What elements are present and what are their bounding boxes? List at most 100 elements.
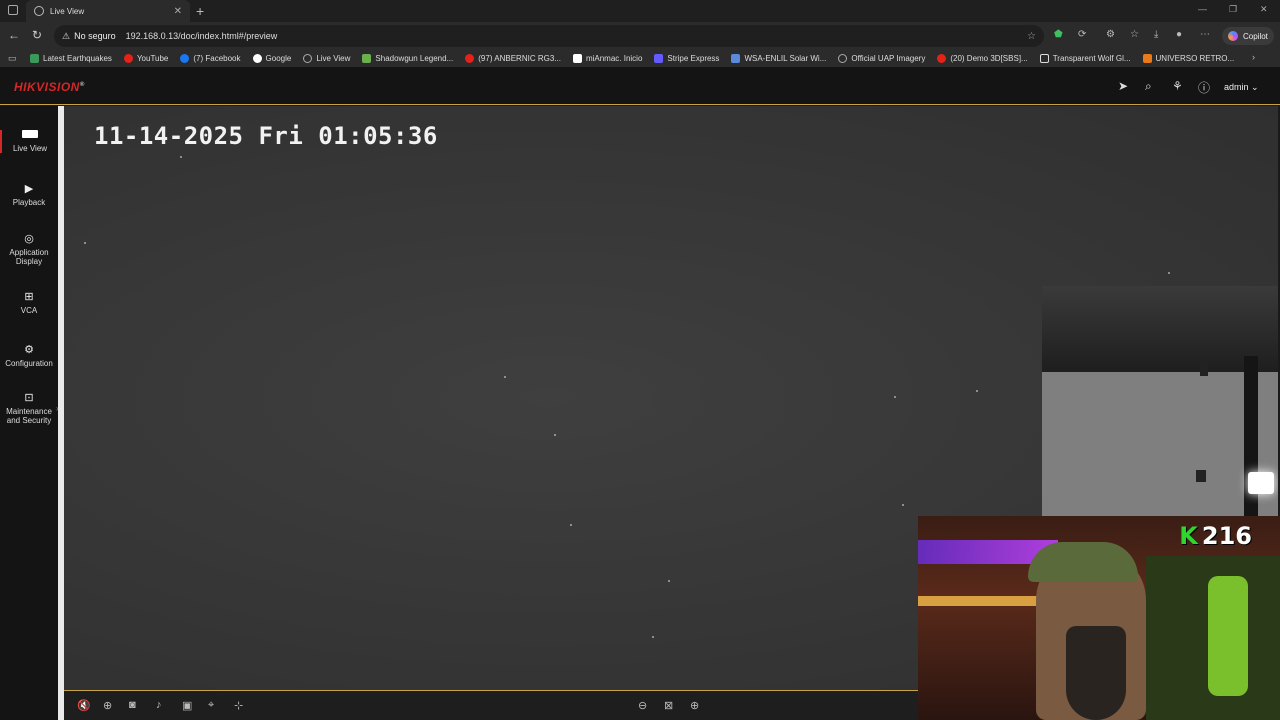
shelf-light xyxy=(918,596,1038,606)
noise-speck xyxy=(554,434,556,436)
bookmark-item[interactable]: Official UAP Imagery xyxy=(838,54,925,63)
microphone-icon[interactable]: ♪ xyxy=(156,699,162,711)
send-icon[interactable]: ➤ xyxy=(1118,79,1128,93)
more-menu-icon[interactable]: ⋯ xyxy=(1200,29,1210,40)
restore-icon[interactable]: ❐ xyxy=(1229,4,1237,15)
search-icon[interactable]: ⌕ xyxy=(1145,79,1152,94)
noise-speck xyxy=(504,376,506,378)
user-menu[interactable]: admin ⌄ xyxy=(1224,82,1259,93)
bookmarks-bar: ▭ Latest Earthquakes YouTube (7) Faceboo… xyxy=(0,50,1280,67)
browser-tab-strip: Live View ✕ + — ❐ ✕ xyxy=(0,0,1280,22)
bookmark-favicon-icon xyxy=(303,54,313,63)
hikvision-logo: HIKVISION® xyxy=(14,80,85,94)
url-text[interactable]: 192.168.0.13/doc/index.html#/preview xyxy=(126,31,278,41)
split-screen-icon[interactable]: ⚙ xyxy=(1106,29,1115,40)
sidebar-item-playback[interactable]: ▶ Playback xyxy=(0,182,58,207)
favorites-icon[interactable]: ☆ xyxy=(1130,29,1139,40)
copilot-button[interactable]: Copilot xyxy=(1222,27,1274,45)
copilot-label: Copilot xyxy=(1243,31,1268,41)
bookmark-item[interactable]: Stripe Express xyxy=(654,54,719,63)
noise-speck xyxy=(84,242,86,244)
image-icon[interactable]: ▣ xyxy=(182,699,192,712)
sidebar-item-application-display[interactable]: ◎ Application Display xyxy=(0,232,58,266)
zoom-icon[interactable]: ⊕ xyxy=(103,699,112,712)
bookmark-favicon-icon xyxy=(30,54,39,63)
previous-icon[interactable]: ⊖ xyxy=(638,699,647,712)
bookmark-item[interactable]: Transparent Wolf Gl... xyxy=(1039,54,1131,63)
webcam-overlay: K 216 xyxy=(918,516,1280,720)
bookmark-item[interactable]: Latest Earthquakes xyxy=(30,54,112,63)
bookmark-item[interactable]: (97) ANBERNIC RG3... xyxy=(465,54,561,63)
target-icon[interactable]: ⊹ xyxy=(234,699,243,712)
sidebar-item-vca[interactable]: ⊞ VCA xyxy=(0,290,58,315)
bookmark-item[interactable]: WSA-ENLIL Solar Wi... xyxy=(731,54,826,63)
extension-icon[interactable]: ⟳ xyxy=(1078,29,1086,40)
shield-icon[interactable]: ⬟ xyxy=(1054,29,1063,40)
bookmark-item[interactable]: Live View xyxy=(303,54,350,63)
warning-icon[interactable]: ⚠ xyxy=(62,31,70,42)
bookmark-item[interactable]: Google xyxy=(252,54,291,63)
bookmark-favicon-icon xyxy=(937,54,947,63)
noise-speck xyxy=(902,504,904,506)
tab-actions-icon[interactable] xyxy=(8,5,18,15)
noise-speck xyxy=(180,156,182,158)
share-icon[interactable]: ⚘ xyxy=(1172,79,1183,93)
reload-icon[interactable]: ↻ xyxy=(32,28,42,42)
noise-speck xyxy=(976,390,978,392)
follower-count-badge: K 216 xyxy=(1179,522,1252,550)
bookmark-favicon-icon xyxy=(731,54,741,63)
bookmark-item[interactable]: Shadowgun Legend... xyxy=(362,54,453,63)
osd-timestamp: 11-14-2025 Fri 01:05:36 xyxy=(94,122,438,150)
bookmarks-toggle-icon[interactable]: ▭ xyxy=(8,53,17,64)
downloads-icon[interactable]: ⤓ xyxy=(1154,29,1158,40)
next-icon[interactable]: ⊕ xyxy=(690,699,699,712)
live-view-icon xyxy=(22,130,38,138)
bookmark-favicon-icon xyxy=(123,54,133,63)
sidebar-item-live-view[interactable]: Live View xyxy=(0,130,58,153)
bookmark-favicon-icon xyxy=(1039,54,1049,63)
tab-title: Live View xyxy=(50,6,85,16)
bookmark-item[interactable]: (20) Demo 3D[SBS]... xyxy=(937,54,1028,63)
noise-speck xyxy=(570,524,572,526)
noise-speck xyxy=(894,396,896,398)
building-silhouette xyxy=(1042,286,1278,516)
playback-icon: ▶ xyxy=(24,183,34,195)
bookmark-favicon-icon xyxy=(252,54,262,63)
sidebar-item-maintenance[interactable]: ⊡ Maintenance and Security xyxy=(0,391,58,425)
bookmark-item[interactable]: YouTube xyxy=(123,54,168,63)
favorite-star-icon[interactable]: ☆ xyxy=(1027,31,1036,42)
info-icon[interactable]: ⓘ xyxy=(1198,79,1210,96)
bookmark-favicon-icon xyxy=(654,54,664,63)
bookmark-favicon-icon xyxy=(838,54,848,63)
address-bar[interactable]: ⚠ No seguro 192.168.0.13/doc/index.html#… xyxy=(54,25,1044,47)
noise-speck xyxy=(652,636,654,638)
close-window-icon[interactable]: ✕ xyxy=(1260,4,1268,15)
streamer-beard xyxy=(1066,626,1126,720)
camera-icon[interactable]: ◙ xyxy=(129,699,136,711)
focus-icon[interactable]: ⌖ xyxy=(208,699,214,712)
security-label[interactable]: No seguro xyxy=(74,31,116,41)
collapse-sidebar-icon[interactable]: › xyxy=(56,404,59,413)
chevron-right-icon[interactable]: › xyxy=(1252,52,1255,62)
back-icon[interactable]: ← xyxy=(8,28,20,42)
browser-tab[interactable]: Live View ✕ xyxy=(26,0,190,22)
bookmark-item[interactable]: UNIVERSO RETRO... xyxy=(1142,54,1234,63)
application-display-icon: ◎ xyxy=(24,233,34,245)
minimize-icon[interactable]: — xyxy=(1198,4,1207,14)
bookmark-favicon-icon xyxy=(1142,54,1152,63)
bookmark-favicon-icon xyxy=(572,54,582,63)
gear-icon: ⚙ xyxy=(24,344,34,356)
mute-icon[interactable]: 🔇 xyxy=(77,699,91,712)
close-tab-icon[interactable]: ✕ xyxy=(174,6,182,17)
noise-speck xyxy=(668,580,670,582)
stop-icon[interactable]: ⊠ xyxy=(664,699,673,712)
bookmark-item[interactable]: miAnmac. Inicio xyxy=(572,54,642,63)
profile-icon[interactable]: ● xyxy=(1176,29,1182,40)
copilot-icon xyxy=(1228,31,1238,41)
sidebar-item-configuration[interactable]: ⚙ Configuration xyxy=(0,343,58,368)
bookmark-favicon-icon xyxy=(362,54,372,63)
maintenance-icon: ⊡ xyxy=(24,392,34,404)
bookmark-item[interactable]: (7) Facebook xyxy=(180,54,241,63)
new-tab-button[interactable]: + xyxy=(196,3,204,19)
chair-accent xyxy=(1208,576,1248,696)
